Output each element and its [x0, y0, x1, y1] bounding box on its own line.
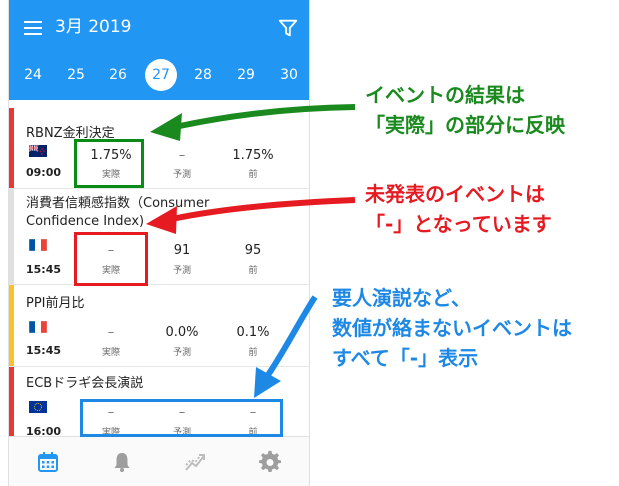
day-26[interactable]: 26	[101, 60, 135, 90]
day-28[interactable]: 28	[186, 60, 220, 90]
forecast-value: 91	[173, 243, 191, 258]
gear-icon[interactable]	[258, 450, 282, 474]
callout-green-line1: イベントの結果は	[365, 83, 525, 107]
previous-label: 前	[248, 348, 258, 358]
calendar-icon[interactable]	[36, 450, 60, 474]
month-title[interactable]: 3月 2019	[55, 16, 131, 38]
france-flag	[29, 239, 47, 251]
event-row[interactable]: 消費者信頼感指数（Consumer Confidence Index) 15:4…	[9, 189, 309, 285]
forecast-value: 0.0%	[165, 325, 199, 340]
importance-strip	[9, 285, 14, 366]
speech-highlight-box	[80, 399, 283, 437]
event-name-line1: 消費者信頼感指数（Consumer	[26, 196, 210, 211]
actual-label: 実際	[101, 348, 120, 358]
event-time: 09:00	[26, 166, 62, 179]
previous-value: 0.1%	[236, 325, 270, 340]
event-time: 15:45	[26, 344, 62, 357]
callout-blue-line1: 要人演説など、	[332, 286, 471, 310]
callout-green-line2: 「実際」の部分に反映	[365, 113, 565, 137]
previous-value: 95	[244, 243, 262, 258]
day-strip: 24 25 26 27 28 29 30	[9, 59, 309, 91]
day-27-selected[interactable]: 27	[145, 59, 177, 91]
forecast-label: 予測	[172, 170, 191, 180]
bottom-navigation	[9, 436, 309, 486]
event-name-line2: Confidence Index)	[26, 214, 145, 229]
event-list: RBNZ金利決定 09:00 1.75% 実際 – 予測 1.75% 前 消費者…	[9, 100, 309, 436]
bell-icon[interactable]	[110, 450, 134, 474]
new-zealand-flag	[29, 145, 47, 157]
eu-flag	[29, 401, 47, 413]
importance-strip	[9, 108, 14, 188]
day-25[interactable]: 25	[59, 60, 93, 90]
event-name: PPI前月比	[26, 296, 85, 311]
previous-value: 1.75%	[232, 148, 274, 163]
event-row[interactable]: RBNZ金利決定 09:00 1.75% 実際 – 予測 1.75% 前	[9, 108, 309, 189]
day-29[interactable]: 29	[229, 60, 263, 90]
forecast-label: 予測	[172, 348, 191, 358]
forecast-value: –	[178, 148, 186, 163]
event-time: 16:00	[26, 425, 62, 436]
actual-value: –	[107, 325, 115, 340]
callout-red-line1: 未発表のイベントは	[365, 182, 545, 206]
filter-icon[interactable]	[277, 17, 299, 39]
importance-strip	[9, 189, 14, 284]
menu-icon[interactable]	[24, 21, 42, 35]
importance-strip	[9, 367, 14, 436]
pending-highlight-box	[74, 232, 148, 286]
app-bar: 3月 2019 24 25 26 27 28 29 30	[9, 0, 309, 100]
actual-highlight-box	[74, 139, 144, 188]
day-30[interactable]: 30	[272, 60, 306, 90]
callout-red-line2: 「-」となっています	[365, 212, 552, 236]
callout-blue-line2: 数値が絡まないイベントは	[332, 316, 572, 340]
france-flag	[29, 321, 47, 333]
chart-icon[interactable]	[183, 450, 207, 474]
previous-label: 前	[248, 170, 258, 180]
previous-label: 前	[248, 266, 258, 276]
callout-blue-line3: すべて「-」表示	[332, 346, 479, 370]
day-24[interactable]: 24	[16, 60, 50, 90]
event-row[interactable]: PPI前月比 15:45 – 実際 0.0% 予測 0.1% 前	[9, 285, 309, 367]
forecast-label: 予測	[172, 266, 191, 276]
event-name: ECBドラギ会長演説	[26, 376, 144, 391]
event-time: 15:45	[26, 263, 62, 276]
